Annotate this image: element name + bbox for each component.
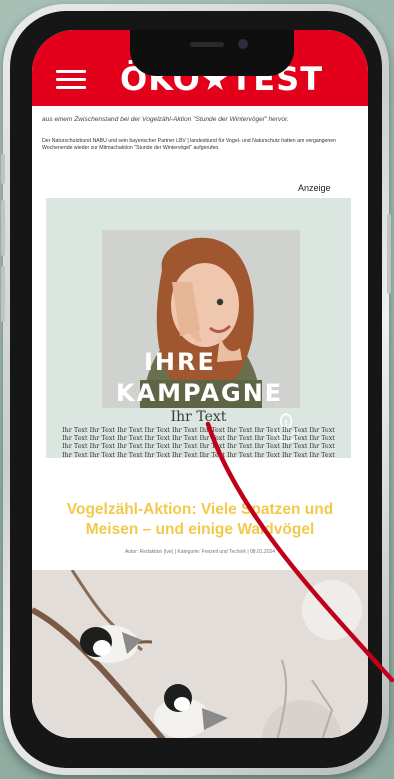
ad-label: Anzeige	[298, 183, 331, 193]
article-headline[interactable]: Vogelzähl-Aktion: Viele Spatzen und Meis…	[40, 500, 360, 540]
ad-filler-text: Ihr Text Ihr Text Ihr Text Ihr Text Ihr …	[62, 426, 335, 459]
ad-subtitle: Ihr Text	[170, 409, 227, 425]
bird-photo	[32, 570, 368, 738]
ad-title-line2: KAMPAGNE	[116, 379, 284, 407]
ad-title-line1: IHRE	[144, 348, 216, 376]
article-meta: Autor: Redaktion (lve) | Kategorie: Frei…	[124, 549, 276, 555]
speaker-grille	[190, 42, 224, 47]
phone-power-button	[387, 214, 391, 294]
article-paragraph: Der Naturschutzbund NABU und sein bayeri…	[42, 138, 337, 151]
phone-volume-down-button	[1, 266, 5, 322]
phone-screen: ÖKO★TEST aus einem Zwischenstand bei der…	[32, 30, 368, 738]
hamburger-menu-icon[interactable]	[56, 70, 86, 90]
phone-volume-up-button	[1, 200, 5, 256]
phone-notch	[130, 30, 294, 76]
front-camera	[238, 39, 248, 49]
ad-banner[interactable]: IHRE KAMPAGNE Ihr Text Ihr Text Ihr Text…	[46, 198, 351, 459]
article-lead-text: aus einem Zwischenstand bei der Vogelzäh…	[42, 116, 289, 123]
phone-mute-switch	[1, 154, 5, 184]
